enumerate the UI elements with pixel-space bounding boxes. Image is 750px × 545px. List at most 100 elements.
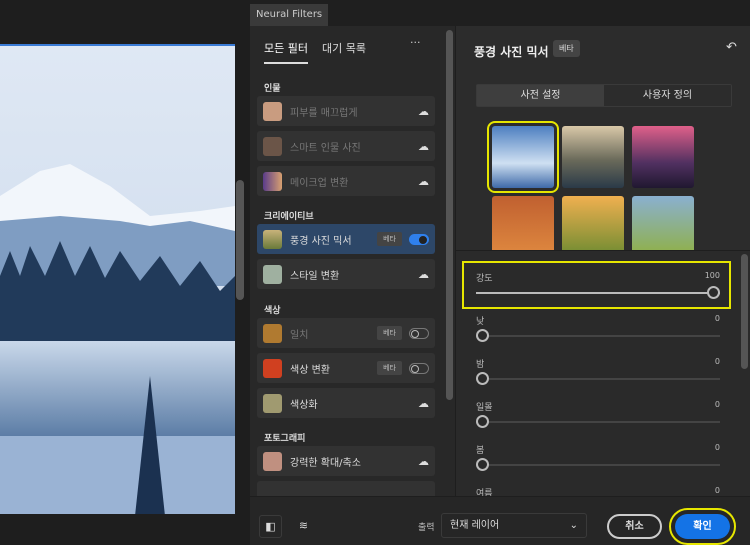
- cloud-download-icon[interactable]: ☁: [418, 140, 429, 153]
- filter-toggle[interactable]: [409, 233, 429, 245]
- slider-label: 봄: [476, 446, 485, 456]
- filter-thumbnail: [263, 171, 282, 191]
- slider-night[interactable]: 밤0: [476, 357, 720, 385]
- cloud-download-icon[interactable]: ☁: [418, 105, 429, 118]
- slider-label: 낮: [476, 317, 485, 327]
- filter-item[interactable]: 스마트 인물 사진 ☁: [257, 131, 435, 161]
- tab-presets[interactable]: 사전 설정: [477, 85, 604, 106]
- filter-label: 피부를 매끄럽게: [290, 107, 358, 119]
- section-color: 색상: [264, 306, 281, 316]
- filter-item[interactable]: 색상화 ☁: [257, 388, 435, 418]
- tab-neural-filters[interactable]: Neural Filters: [250, 4, 329, 26]
- section-creative: 크리에이티브: [264, 212, 314, 222]
- filter-thumbnail: [263, 101, 282, 121]
- filter-label: 스마트 인물 사진: [290, 142, 361, 154]
- preset-thumbnail[interactable]: [492, 196, 554, 258]
- slider-value: 0: [714, 314, 720, 323]
- bottom-bar: ◧ ≋ 출력 현재 레이어 ⌄ 취소 확인: [250, 496, 750, 545]
- output-label: 출력: [418, 523, 435, 533]
- filter-label: 강력한 확대/축소: [290, 457, 361, 469]
- beta-badge: 베타: [553, 40, 580, 57]
- undo-icon[interactable]: ↶: [726, 40, 737, 55]
- canvas-scrollbar[interactable]: [236, 180, 244, 300]
- panel-title: 풍경 사진 믹서: [474, 45, 549, 59]
- filter-label: 풍경 사진 믹서: [290, 235, 352, 247]
- filter-list-scrollbar[interactable]: [446, 30, 453, 400]
- tab-waitlist[interactable]: 대기 목록: [322, 40, 366, 64]
- filter-label: 색상 변환: [290, 364, 330, 376]
- sliders-section: 강도 100 낮0 밤0 일몰 0 봄0 여름 0: [456, 250, 750, 497]
- slider-label: 밤: [476, 360, 485, 370]
- filter-label: 색상화: [290, 399, 318, 411]
- preset-thumbnail[interactable]: [562, 126, 624, 188]
- filter-thumbnail: [263, 229, 282, 249]
- filter-label: 일치: [290, 329, 309, 341]
- cloud-download-icon[interactable]: ☁: [418, 455, 429, 468]
- landscape-photo: [0, 44, 235, 514]
- preset-thumbnail[interactable]: [632, 126, 694, 188]
- ok-button[interactable]: 확인: [669, 508, 736, 545]
- settings-scrollbar[interactable]: [741, 254, 748, 369]
- filter-label: 스타일 변환: [290, 270, 340, 282]
- filter-thumbnail: [263, 451, 282, 471]
- filter-thumbnail: [263, 264, 282, 284]
- slider-knob[interactable]: [707, 286, 720, 299]
- filter-toggle[interactable]: [409, 362, 429, 374]
- preset-grid: [487, 121, 694, 258]
- filter-thumbnail: [263, 393, 282, 413]
- slider-spring[interactable]: 봄0: [476, 443, 720, 471]
- slider-sunset[interactable]: 일몰 0: [476, 400, 720, 428]
- cloud-download-icon[interactable]: ☁: [418, 397, 429, 410]
- beta-badge: 베타: [377, 326, 402, 340]
- preset-thumbnail-selected[interactable]: [487, 121, 559, 193]
- compare-icon[interactable]: ◧: [259, 515, 282, 538]
- slider-knob[interactable]: [476, 415, 489, 428]
- image-canvas: [0, 0, 250, 545]
- section-portrait: 인물: [264, 84, 281, 94]
- filter-thumbnail: [263, 323, 282, 343]
- filter-list-panel: 모든 필터 대기 목록 ··· 인물 피부를 매끄럽게 ☁ 스마트 인물 사진 ☁ …: [250, 26, 455, 496]
- filter-item-selected[interactable]: 풍경 사진 믹서 베타: [257, 224, 435, 254]
- filter-item[interactable]: 일치 베타: [257, 318, 435, 348]
- filter-item[interactable]: 색상 변환 베타: [257, 353, 435, 383]
- cloud-download-icon[interactable]: ☁: [418, 175, 429, 188]
- filter-thumbnail: [263, 136, 282, 156]
- slider-knob[interactable]: [476, 329, 489, 342]
- output-value: 현재 레이어: [450, 520, 500, 531]
- slider-value: 0: [714, 443, 720, 452]
- preset-thumbnail[interactable]: [632, 196, 694, 258]
- chevron-down-icon: ⌄: [569, 520, 578, 531]
- cancel-button[interactable]: 취소: [607, 514, 662, 539]
- slider-label: 강도: [476, 274, 493, 284]
- slider-value: 0: [714, 357, 720, 366]
- filter-settings-panel: 풍경 사진 믹서 베타 ↶ 사전 설정 사용자 정의 강도 100 낮0 밤0 일…: [455, 26, 750, 497]
- slider-knob[interactable]: [476, 458, 489, 471]
- filter-thumbnail: [263, 358, 282, 378]
- filter-item[interactable]: 메이크업 변환 ☁: [257, 166, 435, 196]
- filter-item[interactable]: 피부를 매끄럽게 ☁: [257, 96, 435, 126]
- preset-thumbnail[interactable]: [562, 196, 624, 258]
- cloud-download-icon[interactable]: ☁: [418, 268, 429, 281]
- more-icon[interactable]: ···: [410, 36, 421, 49]
- slider-value: 0: [714, 486, 720, 495]
- filter-label: 메이크업 변환: [290, 177, 349, 189]
- tab-custom[interactable]: 사용자 정의: [604, 85, 731, 106]
- slider-value: 100: [704, 271, 720, 280]
- output-select[interactable]: 현재 레이어 ⌄: [441, 513, 587, 538]
- highlight-box: [462, 261, 731, 309]
- tab-bar: Neural Filters: [250, 0, 750, 26]
- slider-knob[interactable]: [476, 372, 489, 385]
- filter-item-partial[interactable]: [257, 481, 435, 496]
- slider-day[interactable]: 낮0: [476, 314, 720, 342]
- slider-label: 일몰: [476, 403, 493, 413]
- beta-badge: 베타: [377, 232, 402, 246]
- slider-strength[interactable]: 강도 100: [476, 271, 720, 299]
- tab-all-filters[interactable]: 모든 필터: [264, 40, 308, 64]
- slider-value: 0: [714, 400, 720, 409]
- beta-badge: 베타: [377, 361, 402, 375]
- filter-item[interactable]: 스타일 변환 ☁: [257, 259, 435, 289]
- filter-toggle[interactable]: [409, 327, 429, 339]
- layers-icon[interactable]: ≋: [292, 515, 315, 538]
- filter-item[interactable]: 강력한 확대/축소 ☁: [257, 446, 435, 476]
- section-photography: 포토그래피: [264, 434, 306, 444]
